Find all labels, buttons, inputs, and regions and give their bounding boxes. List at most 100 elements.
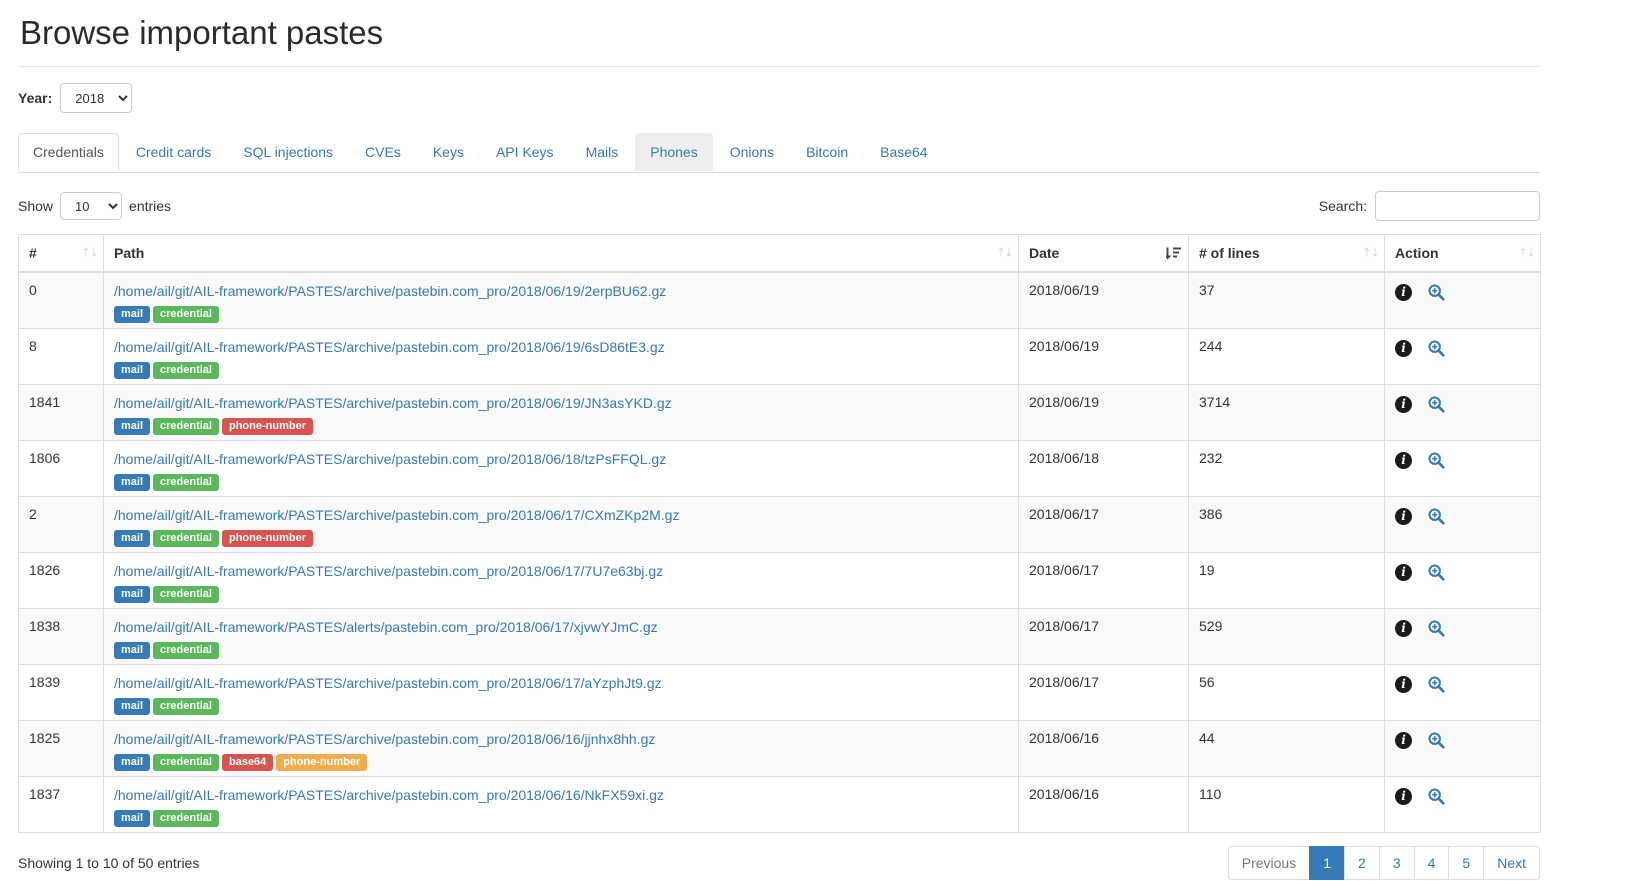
sort-icon: ↑↓ <box>81 245 97 259</box>
datatable-controls: Show 10 entries Search: <box>18 191 1540 221</box>
tab-bar: CredentialsCredit cardsSQL injectionsCVE… <box>18 133 1540 173</box>
search-plus-icon[interactable] <box>1428 732 1445 749</box>
paste-path-link[interactable]: /home/ail/git/AIL-framework/PASTES/archi… <box>114 450 666 469</box>
paste-path-link[interactable]: /home/ail/git/AIL-framework/PASTES/archi… <box>114 338 665 357</box>
tag-credential: credential <box>153 474 219 491</box>
paste-path-link[interactable]: /home/ail/git/AIL-framework/PASTES/alert… <box>114 618 658 637</box>
tab-bitcoin[interactable]: Bitcoin <box>791 133 863 171</box>
search-plus-icon[interactable] <box>1428 676 1445 693</box>
paste-path-link[interactable]: /home/ail/git/AIL-framework/PASTES/archi… <box>114 562 663 581</box>
search-plus-icon[interactable] <box>1428 564 1445 581</box>
paste-path-link[interactable]: /home/ail/git/AIL-framework/PASTES/archi… <box>114 786 664 805</box>
year-label: Year: <box>18 90 52 106</box>
row-index: 2 <box>19 496 104 552</box>
pagination-page-3[interactable]: 3 <box>1379 846 1415 880</box>
tag-list: mailcredentialbase64phone-number <box>114 752 1008 770</box>
tab-sql-injections[interactable]: SQL injections <box>228 133 348 171</box>
row-lines: 44 <box>1189 720 1385 776</box>
column-header-path[interactable]: Path ↑↓ <box>104 235 1019 272</box>
search-input[interactable] <box>1375 191 1540 221</box>
tab-onions[interactable]: Onions <box>715 133 789 171</box>
row-date: 2018/06/19 <box>1019 328 1189 384</box>
table-body: 0 /home/ail/git/AIL-framework/PASTES/arc… <box>19 272 1541 833</box>
row-date: 2018/06/16 <box>1019 720 1189 776</box>
row-lines: 19 <box>1189 552 1385 608</box>
info-circle-icon[interactable]: i <box>1395 732 1412 749</box>
tab-credit-cards[interactable]: Credit cards <box>121 133 226 171</box>
year-select[interactable]: 2018 <box>60 83 132 113</box>
tab-base64[interactable]: Base64 <box>865 133 942 171</box>
year-filter: Year: 2018 <box>18 83 1540 113</box>
tab-cves[interactable]: CVEs <box>350 133 416 171</box>
row-date: 2018/06/17 <box>1019 552 1189 608</box>
pagination-page-1[interactable]: 1 <box>1309 846 1345 880</box>
tag-list: mailcredential <box>114 584 1008 602</box>
search-plus-icon[interactable] <box>1428 284 1445 301</box>
row-lines: 232 <box>1189 440 1385 496</box>
row-lines: 386 <box>1189 496 1385 552</box>
page-title: Browse important pastes <box>18 14 1540 67</box>
tab-mails[interactable]: Mails <box>571 133 634 171</box>
info-circle-icon[interactable]: i <box>1395 620 1412 637</box>
tag-credential: credential <box>153 810 219 827</box>
pagination-previous-button[interactable]: Previous <box>1228 846 1310 880</box>
row-index: 1839 <box>19 664 104 720</box>
search-control: Search: <box>1319 191 1540 221</box>
row-lines: 244 <box>1189 328 1385 384</box>
tab-phones[interactable]: Phones <box>635 133 712 171</box>
page-length-select[interactable]: 10 <box>60 192 122 220</box>
paste-path-link[interactable]: /home/ail/git/AIL-framework/PASTES/archi… <box>114 394 672 413</box>
paste-path-link[interactable]: /home/ail/git/AIL-framework/PASTES/archi… <box>114 674 662 693</box>
pagination-page-5[interactable]: 5 <box>1448 846 1484 880</box>
column-header--of-lines[interactable]: # of lines ↑↓ <box>1189 235 1385 272</box>
paste-path-link[interactable]: /home/ail/git/AIL-framework/PASTES/archi… <box>114 730 655 749</box>
row-index: 1825 <box>19 720 104 776</box>
search-plus-icon[interactable] <box>1428 788 1445 805</box>
pagination-next-button[interactable]: Next <box>1483 846 1540 880</box>
tag-phone-number: phone-number <box>276 754 367 771</box>
column-header--[interactable]: # ↑↓ <box>19 235 104 272</box>
search-plus-icon[interactable] <box>1428 508 1445 525</box>
tag-credential: credential <box>153 642 219 659</box>
info-circle-icon[interactable]: i <box>1395 508 1412 525</box>
table-row: 8 /home/ail/git/AIL-framework/PASTES/arc… <box>19 328 1541 384</box>
tab-keys[interactable]: Keys <box>418 133 479 171</box>
info-circle-icon[interactable]: i <box>1395 340 1412 357</box>
row-index: 8 <box>19 328 104 384</box>
row-date: 2018/06/17 <box>1019 496 1189 552</box>
search-plus-icon[interactable] <box>1428 620 1445 637</box>
info-circle-icon[interactable]: i <box>1395 788 1412 805</box>
tab-api-keys[interactable]: API Keys <box>481 133 569 171</box>
tag-mail: mail <box>114 754 150 771</box>
info-circle-icon[interactable]: i <box>1395 396 1412 413</box>
column-header-date[interactable]: Date ↑↓ <box>1019 235 1189 272</box>
tag-mail: mail <box>114 642 150 659</box>
tag-mail: mail <box>114 698 150 715</box>
info-circle-icon[interactable]: i <box>1395 284 1412 301</box>
row-index: 1837 <box>19 776 104 832</box>
search-plus-icon[interactable] <box>1428 452 1445 469</box>
row-lines: 110 <box>1189 776 1385 832</box>
info-circle-icon[interactable]: i <box>1395 564 1412 581</box>
tag-list: mailcredential <box>114 304 1008 322</box>
row-date: 2018/06/16 <box>1019 776 1189 832</box>
pagination-page-2[interactable]: 2 <box>1344 846 1380 880</box>
search-plus-icon[interactable] <box>1428 396 1445 413</box>
sort-desc-icon <box>1166 246 1181 259</box>
table-row: 2 /home/ail/git/AIL-framework/PASTES/arc… <box>19 496 1541 552</box>
search-plus-icon[interactable] <box>1428 340 1445 357</box>
paste-path-link[interactable]: /home/ail/git/AIL-framework/PASTES/archi… <box>114 282 666 301</box>
tab-credentials[interactable]: Credentials <box>18 133 119 171</box>
tag-mail: mail <box>114 418 150 435</box>
column-header-action[interactable]: Action ↑↓ <box>1385 235 1541 272</box>
info-circle-icon[interactable]: i <box>1395 676 1412 693</box>
search-label: Search: <box>1319 198 1367 214</box>
info-circle-icon[interactable]: i <box>1395 452 1412 469</box>
main-container: Browse important pastes Year: 2018 Crede… <box>18 14 1540 881</box>
row-index: 1841 <box>19 384 104 440</box>
pagination-page-4[interactable]: 4 <box>1414 846 1450 880</box>
tag-credential: credential <box>153 698 219 715</box>
row-lines: 529 <box>1189 608 1385 664</box>
paste-path-link[interactable]: /home/ail/git/AIL-framework/PASTES/archi… <box>114 506 679 525</box>
tag-credential: credential <box>153 530 219 547</box>
